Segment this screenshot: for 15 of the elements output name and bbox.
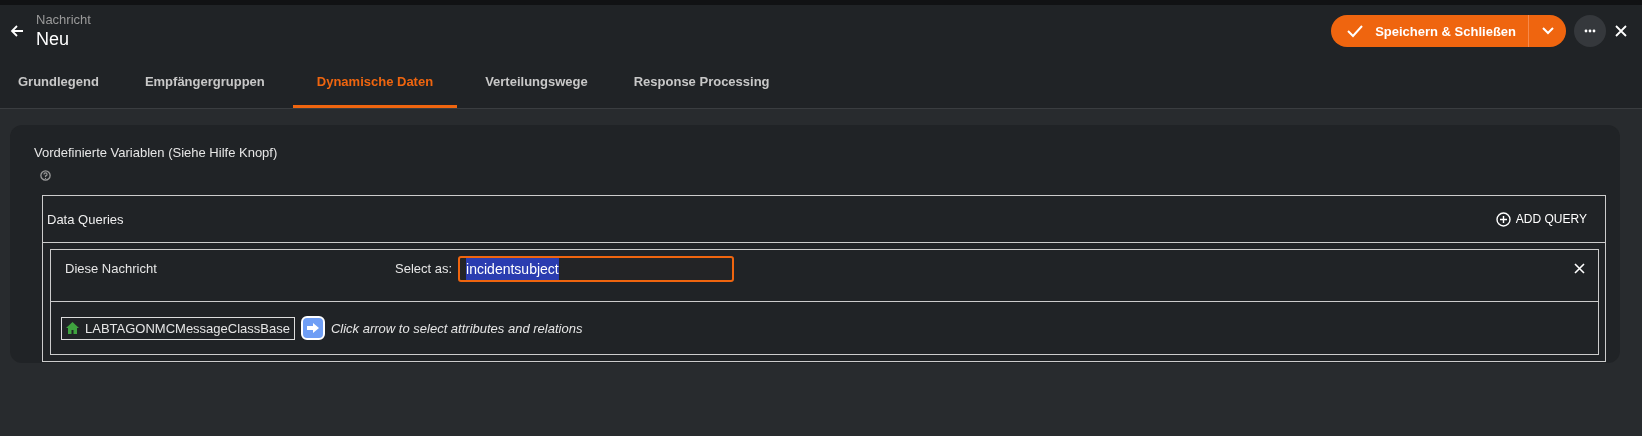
tab[interactable]: Dynamische Daten [292,57,458,108]
select-as-label: Select as: [395,261,453,276]
breadcrumb-label: Nachricht [36,12,91,27]
tab[interactable]: Empfängergruppen [126,57,283,108]
hint-text: Click arrow to select attributes and relations [330,320,583,336]
page-title: Neu [36,29,71,50]
select-as-input[interactable]: incidentsubject [458,256,735,282]
query-name: Diese Nachricht [65,261,158,276]
root-class-chip[interactable]: LABTAGONMCMessageClassBase [61,316,295,340]
section-label: Vordefinierte Variablen (Siehe Hilfe Knopf) [34,145,278,160]
tab[interactable]: Response Processing [615,57,788,108]
add-query-button[interactable]: ADD QUERY [1489,210,1593,228]
panel-title: Data Queries [47,211,124,227]
tab[interactable]: Grundlegend [0,57,117,108]
tab[interactable]: Verteilungswege [467,57,606,108]
